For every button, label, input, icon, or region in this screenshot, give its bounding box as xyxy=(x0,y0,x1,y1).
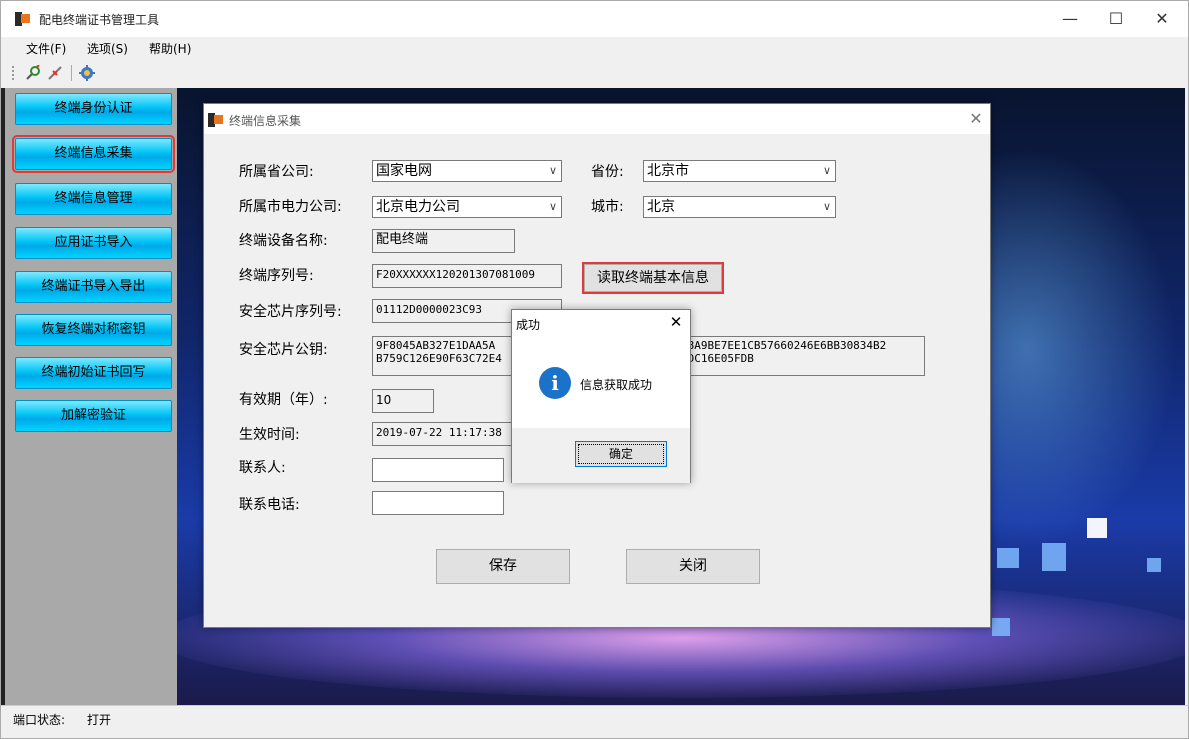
message-box-footer: 确定 xyxy=(512,428,690,483)
info-icon: i xyxy=(539,367,571,399)
message-box-close-icon[interactable]: ✕ xyxy=(664,312,688,332)
city-label: 城市: xyxy=(591,199,624,215)
city-company-label: 所属市电力公司: xyxy=(239,199,342,215)
chip-public-key-label: 安全芯片公钥: xyxy=(239,342,328,358)
menu-options[interactable]: 选项(S) xyxy=(87,40,128,57)
sidebar: 终端身份认证 终端信息采集 终端信息管理 应用证书导入 终端证书导入导出 恢复终… xyxy=(5,88,177,705)
app-logo-icon xyxy=(15,11,31,27)
port-status-label: 端口状态: xyxy=(13,713,66,727)
message-box-text: 信息获取成功 xyxy=(580,378,653,392)
chevron-down-icon: ∨ xyxy=(822,200,831,213)
toolbar-separator xyxy=(71,65,72,81)
province-company-label: 所属省公司: xyxy=(239,164,314,180)
dialog-title-bar: 终端信息采集 ✕ xyxy=(204,104,990,134)
nav-terminal-auth[interactable]: 终端身份认证 xyxy=(15,93,172,125)
city-company-value: 北京电力公司 xyxy=(376,199,460,215)
contact-field[interactable] xyxy=(372,458,504,482)
device-name-label: 终端设备名称: xyxy=(239,233,328,249)
menu-bar: 文件(F) 选项(S) 帮助(H) xyxy=(1,37,1188,59)
phone-label: 联系电话: xyxy=(239,497,300,513)
message-box-title: 成功 xyxy=(516,318,541,332)
close-button[interactable]: 关闭 xyxy=(626,549,760,584)
serial-field[interactable]: F20XXXXXX120201307081009 xyxy=(372,264,562,288)
chip-key-line1-left: 9F8045AB327E1DAA5A xyxy=(376,339,496,352)
dialog-title: 终端信息采集 xyxy=(229,114,302,128)
toolbar xyxy=(1,59,1188,87)
window-title: 配电终端证书管理工具 xyxy=(39,13,160,27)
connect-icon[interactable] xyxy=(25,64,41,81)
close-window-button[interactable]: ✕ xyxy=(1139,5,1185,33)
contact-label: 联系人: xyxy=(239,460,286,476)
province-label: 省份: xyxy=(591,164,624,180)
serial-label: 终端序列号: xyxy=(239,268,314,284)
chevron-down-icon: ∨ xyxy=(548,200,557,213)
nav-app-cert-import[interactable]: 应用证书导入 xyxy=(15,227,172,259)
success-message-box: 成功 ✕ i 信息获取成功 确定 xyxy=(511,309,691,483)
phone-field[interactable] xyxy=(372,491,504,515)
toolbar-grip xyxy=(12,66,14,80)
effective-time-field[interactable]: 2019-07-22 11:17:38 xyxy=(372,422,512,446)
chip-key-line2-right: 4DC16E05FDB xyxy=(681,352,754,365)
settings-icon[interactable] xyxy=(79,65,95,81)
province-company-value: 国家电网 xyxy=(376,163,432,179)
province-value: 北京市 xyxy=(647,163,689,179)
chevron-down-icon: ∨ xyxy=(822,164,831,177)
ok-button[interactable]: 确定 xyxy=(575,441,667,467)
port-status-value: 打开 xyxy=(87,713,112,727)
chip-key-line2-left: B759C126E90F63C72E4 xyxy=(376,352,502,365)
nav-terminal-info-manage[interactable]: 终端信息管理 xyxy=(15,183,172,215)
status-bar: 端口状态: 打开 xyxy=(1,705,1188,729)
save-button[interactable]: 保存 xyxy=(436,549,570,584)
minimize-button[interactable]: — xyxy=(1047,5,1093,33)
province-select[interactable]: 北京市 ∨ xyxy=(643,160,836,182)
validity-field[interactable]: 10 xyxy=(372,389,434,413)
device-name-field[interactable]: 配电终端 xyxy=(372,229,515,253)
nav-terminal-info-collect[interactable]: 终端信息采集 xyxy=(12,135,175,173)
nav-encrypt-decrypt-verify[interactable]: 加解密验证 xyxy=(15,400,172,432)
title-bar: 配电终端证书管理工具 — ☐ ✕ xyxy=(1,1,1188,37)
validity-label: 有效期（年）: xyxy=(239,392,328,408)
maximize-button[interactable]: ☐ xyxy=(1093,5,1139,33)
nav-restore-symmetric-key[interactable]: 恢复终端对称密钥 xyxy=(15,314,172,346)
menu-file[interactable]: 文件(F) xyxy=(26,40,66,57)
chevron-down-icon: ∨ xyxy=(548,164,557,177)
city-select[interactable]: 北京 ∨ xyxy=(643,196,836,218)
effective-time-label: 生效时间: xyxy=(239,427,300,443)
dialog-close-icon[interactable]: ✕ xyxy=(964,108,988,130)
nav-initial-cert-writeback[interactable]: 终端初始证书回写 xyxy=(15,357,172,389)
read-terminal-info-button[interactable]: 读取终端基本信息 xyxy=(582,262,724,294)
chip-serial-label: 安全芯片序列号: xyxy=(239,304,342,320)
province-company-select[interactable]: 国家电网 ∨ xyxy=(372,160,562,182)
nav-terminal-cert-import-export[interactable]: 终端证书导入导出 xyxy=(15,271,172,303)
disconnect-icon[interactable] xyxy=(47,65,63,81)
menu-help[interactable]: 帮助(H) xyxy=(149,40,191,57)
city-value: 北京 xyxy=(647,199,675,215)
chip-key-line1-right: 08A9BE7EE1CB57660246E6BB30834B2 xyxy=(681,339,887,352)
dialog-logo-icon xyxy=(208,112,224,128)
city-company-select[interactable]: 北京电力公司 ∨ xyxy=(372,196,562,218)
